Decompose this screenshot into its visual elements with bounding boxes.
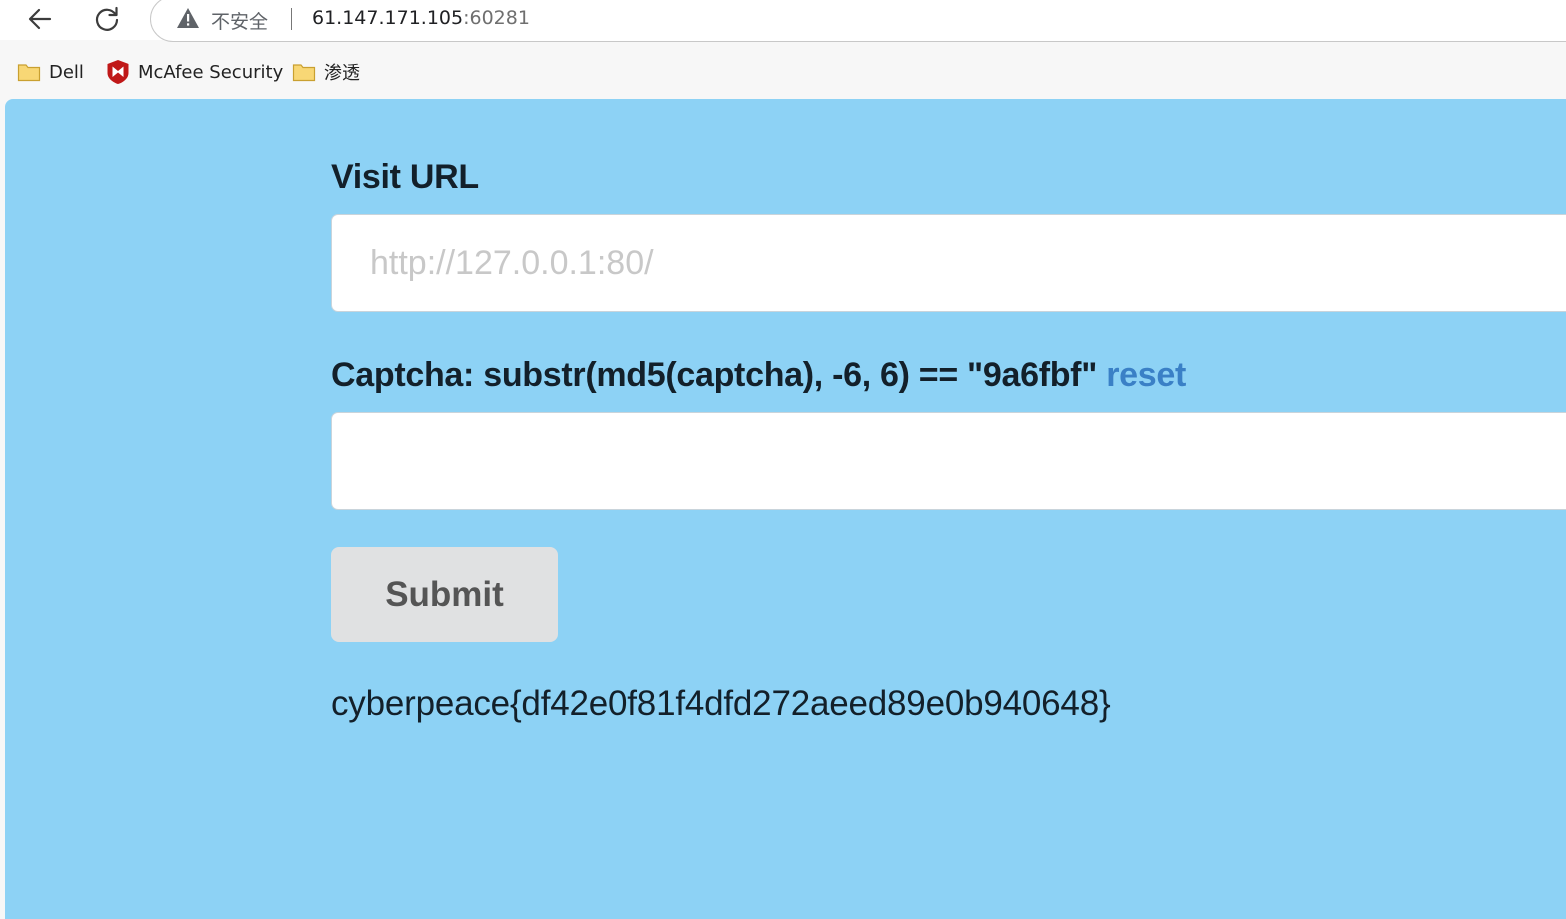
bookmark-label: McAfee Security xyxy=(138,61,284,83)
bookmark-label: Dell xyxy=(49,61,84,83)
url-host: 61.147.171.105 xyxy=(312,7,464,29)
back-button[interactable] xyxy=(22,2,58,36)
visit-url-label: Visit URL xyxy=(331,158,479,196)
folder-icon xyxy=(292,62,316,82)
folder-icon xyxy=(17,62,41,82)
bookmark-mcafee-security[interactable]: McAfee Security xyxy=(106,58,283,86)
captcha-label: Captcha: substr(md5(captcha), -6, 6) == … xyxy=(331,356,1186,395)
page-viewport: Visit URL Captcha: substr(md5(captcha), … xyxy=(5,99,1566,919)
reload-button[interactable] xyxy=(89,2,125,36)
arrow-left-icon xyxy=(28,8,52,30)
reset-link[interactable]: reset xyxy=(1106,356,1186,394)
bookmark-dell[interactable]: Dell xyxy=(17,58,84,86)
bookmarks-bar: Dell McAfee Security 渗透 xyxy=(0,52,1566,90)
security-status-label[interactable]: 不安全 xyxy=(211,7,268,34)
url-text[interactable]: 61.147.171.105:60281 xyxy=(312,7,530,29)
mcafee-shield-icon xyxy=(106,59,130,85)
url-port: :60281 xyxy=(463,7,530,29)
captcha-input[interactable] xyxy=(331,412,1566,510)
bookmark-pentest[interactable]: 渗透 xyxy=(292,58,360,86)
reload-icon xyxy=(95,6,119,31)
result-text: cyberpeace{df42e0f81f4dfd272aeed89e0b940… xyxy=(331,684,1111,723)
address-divider xyxy=(291,8,292,30)
submit-button[interactable]: Submit xyxy=(331,547,558,642)
captcha-label-text: Captcha: substr(md5(captcha), -6, 6) == … xyxy=(331,356,1098,394)
url-input[interactable] xyxy=(331,214,1566,312)
browser-toolbar: 不安全 61.147.171.105:60281 xyxy=(0,0,1566,42)
bookmark-label: 渗透 xyxy=(324,63,360,84)
warning-triangle-icon[interactable] xyxy=(176,7,200,29)
